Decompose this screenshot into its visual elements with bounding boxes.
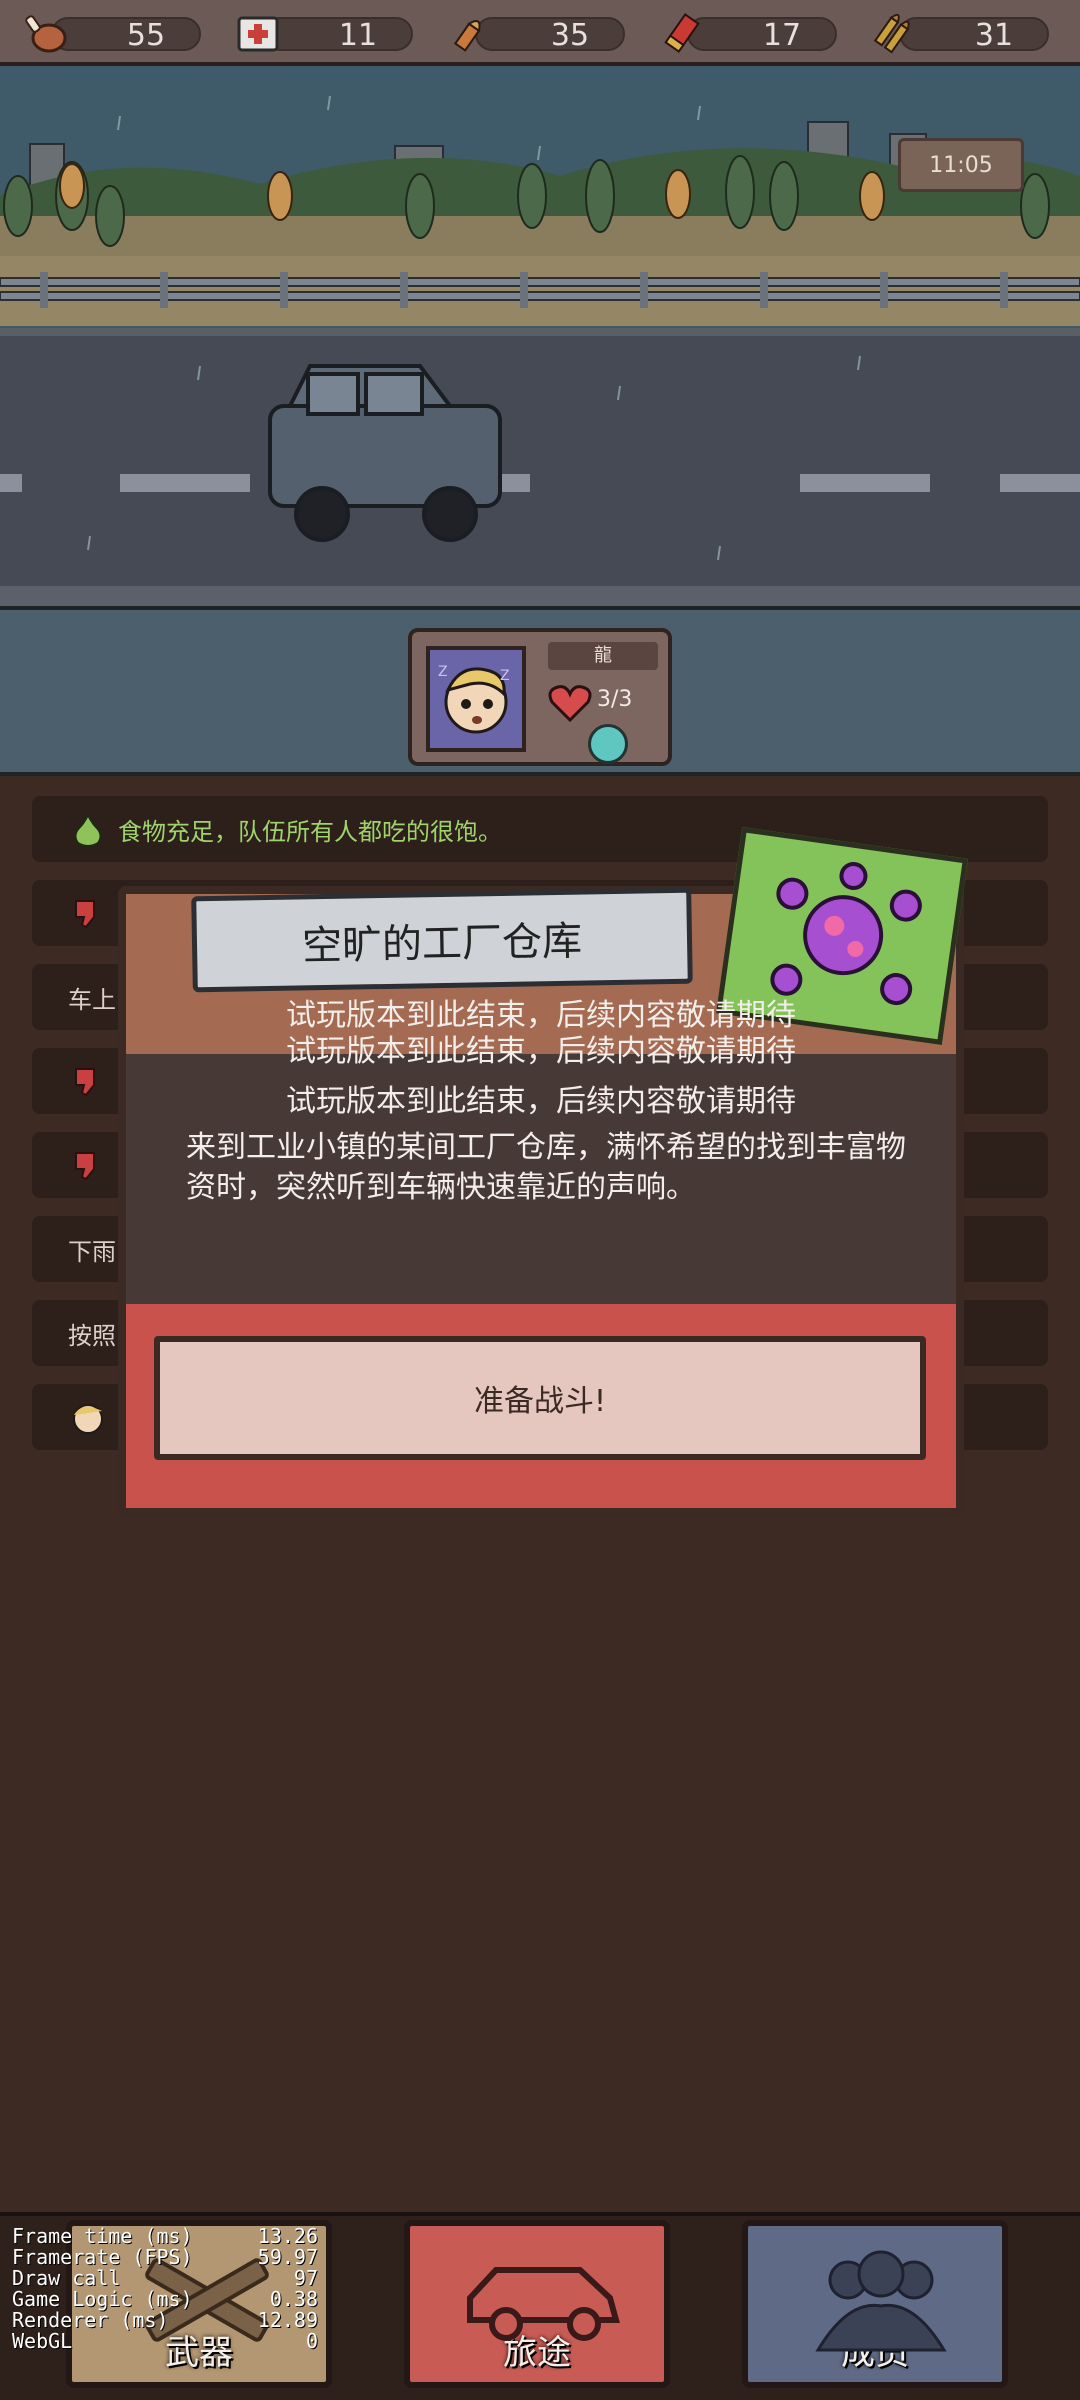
resource-medkit: 11 (233, 8, 423, 54)
resource-rifle-ammo-value: 31 (974, 18, 1014, 53)
stat-label: Renderer (ms) (12, 2308, 169, 2332)
resource-shell: 17 (657, 8, 847, 54)
medkit-icon (237, 16, 279, 52)
pear-icon (74, 812, 102, 847)
stat-value: 0 (305, 2329, 318, 2353)
stat-label: WebGL (12, 2329, 73, 2353)
resource-food: 55 (21, 8, 211, 54)
stat-row: Draw call 97 (12, 2268, 318, 2289)
resource-bullet: 35 (445, 8, 635, 54)
nav-journey-button[interactable]: 旅途 (404, 2220, 670, 2388)
dislike-icon (75, 1152, 95, 1181)
stat-value: 12.89 (257, 2308, 318, 2332)
resource-bullet-value: 35 (550, 18, 590, 53)
demo-end-notice: 试玩版本到此结束，后续内容敬请期待 (286, 1034, 796, 1069)
sleeping-character-face-icon: Z Z (438, 664, 510, 734)
dislike-icon (75, 1068, 95, 1097)
stat-value: 13.26 (257, 2224, 318, 2248)
stat-label: Draw call (12, 2266, 121, 2290)
stat-row: Framerate (FPS) 59.97 (12, 2247, 318, 2268)
prepare-battle-button[interactable]: 准备战斗! (154, 1336, 926, 1460)
heart-icon (548, 685, 592, 722)
bullet-icon (453, 20, 481, 52)
car-icon (467, 2267, 620, 2341)
log-entry-text: 食物充足，队伍所有人都吃的很饱。 (118, 817, 502, 846)
road-scene: 11:05 (0, 66, 1080, 606)
shotgun-shell-icon (664, 13, 700, 53)
stat-value: 59.97 (257, 2245, 318, 2269)
stat-value: 97 (293, 2266, 318, 2290)
demo-end-notice: 试玩版本到此结束，后续内容敬请期待 (286, 1084, 796, 1119)
stat-row: Renderer (ms) 12.89 (12, 2310, 318, 2331)
log-entry-text: 车上 (68, 985, 116, 1014)
dislike-icon (75, 900, 95, 929)
group-icon (815, 2250, 947, 2352)
game-screen: 55 11 35 17 31 11:05 Z Z 龍 3/3 食物充足，队伍所有… (0, 0, 1080, 2400)
character-face-icon (73, 1404, 103, 1434)
meat-drumstick-icon (25, 15, 67, 53)
resource-food-value: 55 (126, 18, 166, 53)
character-name: 龍 (548, 642, 658, 670)
party-strip: Z Z 龍 3/3 (0, 606, 1080, 776)
event-title: 空旷的工厂仓库 (301, 918, 583, 970)
log-entry-text: 按照 (68, 1321, 116, 1350)
resource-medkit-value: 11 (338, 18, 378, 53)
stat-label: Game Logic (ms) (12, 2287, 193, 2311)
resource-rifle-ammo: 31 (869, 8, 1059, 54)
character-avatar: Z Z (426, 646, 526, 752)
stat-label: Framerate (FPS) (12, 2245, 193, 2269)
stat-row: WebGL 0 (12, 2331, 318, 2352)
mood-face-icon (588, 724, 628, 764)
resource-shell-value: 17 (762, 18, 802, 53)
stat-row: Frame time (ms) 13.26 (12, 2226, 318, 2247)
stat-row: Game Logic (ms) 0.38 (12, 2289, 318, 2310)
stat-value: 0.38 (269, 2287, 318, 2311)
performance-stats-overlay: Frame time (ms) 13.26 Framerate (FPS) 59.9… (12, 2226, 318, 2352)
nav-members-button[interactable]: 成员 (742, 2220, 1008, 2388)
character-card[interactable]: Z Z 龍 3/3 (408, 628, 672, 766)
resource-bar: 55 11 35 17 31 (0, 0, 1080, 66)
log-entry-text: 下雨 (68, 1237, 116, 1266)
time-display: 11:05 (898, 138, 1024, 192)
svg-text:Z: Z (438, 664, 448, 680)
event-description: 来到工业小镇的某间工厂仓库，满怀希望的找到丰富物资时，突然听到车辆快速靠近的声响… (186, 1130, 906, 1205)
stat-label: Frame time (ms) (12, 2224, 193, 2248)
character-hp: 3/3 (597, 687, 633, 712)
svg-text:Z: Z (500, 668, 510, 684)
event-title-tag: 空旷的工厂仓库 (191, 887, 693, 993)
rifle-ammo-icon (873, 13, 910, 54)
